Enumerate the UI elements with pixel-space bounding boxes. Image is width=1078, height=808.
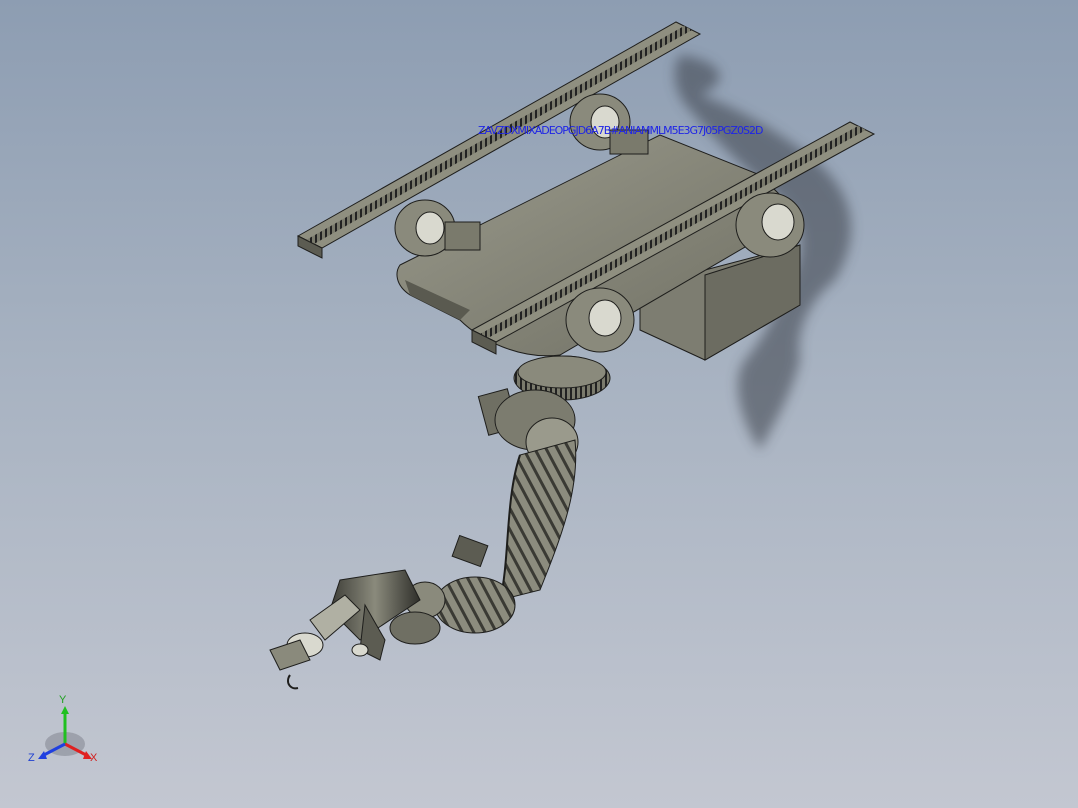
axis-triad[interactable]: Y X Z (28, 694, 102, 766)
wheel-3 (735, 192, 805, 258)
upper-arm (451, 439, 577, 601)
dimension-text-overlay: ZAVZDXMIXADEOPGJD6A7B#ANIAMMLM5E3G7J05PG… (478, 124, 763, 137)
x-axis-label: X (90, 752, 98, 764)
end-effector (269, 594, 369, 690)
3d-viewport[interactable]: ZAVZDXMIXADEOPGJD6A7B#ANIAMMLM5E3G7J05PG… (0, 0, 1078, 808)
z-axis-label: Z (28, 752, 35, 764)
wheel-4 (565, 287, 635, 353)
robot-gantry-model[interactable] (0, 0, 1078, 808)
y-axis-label: Y (59, 694, 67, 706)
wheel-1 (394, 199, 481, 257)
